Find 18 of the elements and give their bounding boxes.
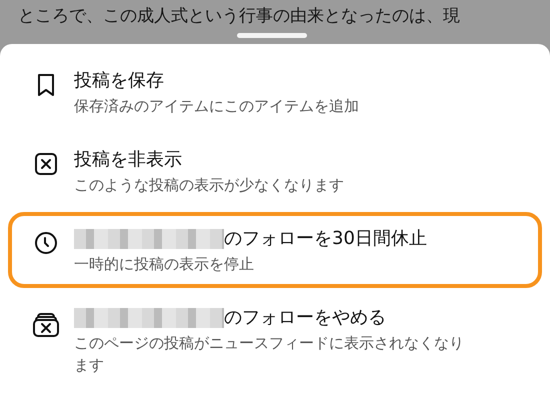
clock-icon	[34, 231, 58, 255]
stacked-close-box-icon	[32, 310, 60, 338]
item-subtitle: 保存済みのアイテムにこのアイテムを追加	[74, 96, 359, 117]
item-subtitle: このページの投稿がニュースフィードに表示されなくなります	[74, 333, 465, 376]
menu-item[interactable]: のフォローを30日間休止 一時的に投稿の表示を停止	[8, 212, 542, 288]
item-title: のフォローをやめる	[224, 306, 386, 330]
item-title: 投稿を保存	[74, 69, 164, 93]
close-box-icon	[34, 152, 58, 176]
item-subtitle: 一時的に投稿の表示を停止	[74, 254, 255, 275]
menu-item[interactable]: のフォローをやめる このページの投稿がニュースフィードに表示されなくなります	[8, 291, 542, 389]
post-text: ところで、この成人式という行事の由来となったのは、現	[18, 5, 461, 28]
item-title: のフォローを30日間休止	[224, 227, 427, 251]
drag-handle[interactable]	[237, 33, 307, 38]
item-title: 投稿を非表示	[74, 148, 182, 172]
menu-item[interactable]: 投稿を非表示 このような投稿の表示が少なくなります	[8, 133, 542, 209]
item-subtitle: このような投稿の表示が少なくなります	[74, 175, 344, 196]
bookmark-icon	[37, 73, 55, 97]
menu-item[interactable]: 投稿を保存 保存済みのアイテムにこのアイテムを追加	[8, 54, 542, 130]
